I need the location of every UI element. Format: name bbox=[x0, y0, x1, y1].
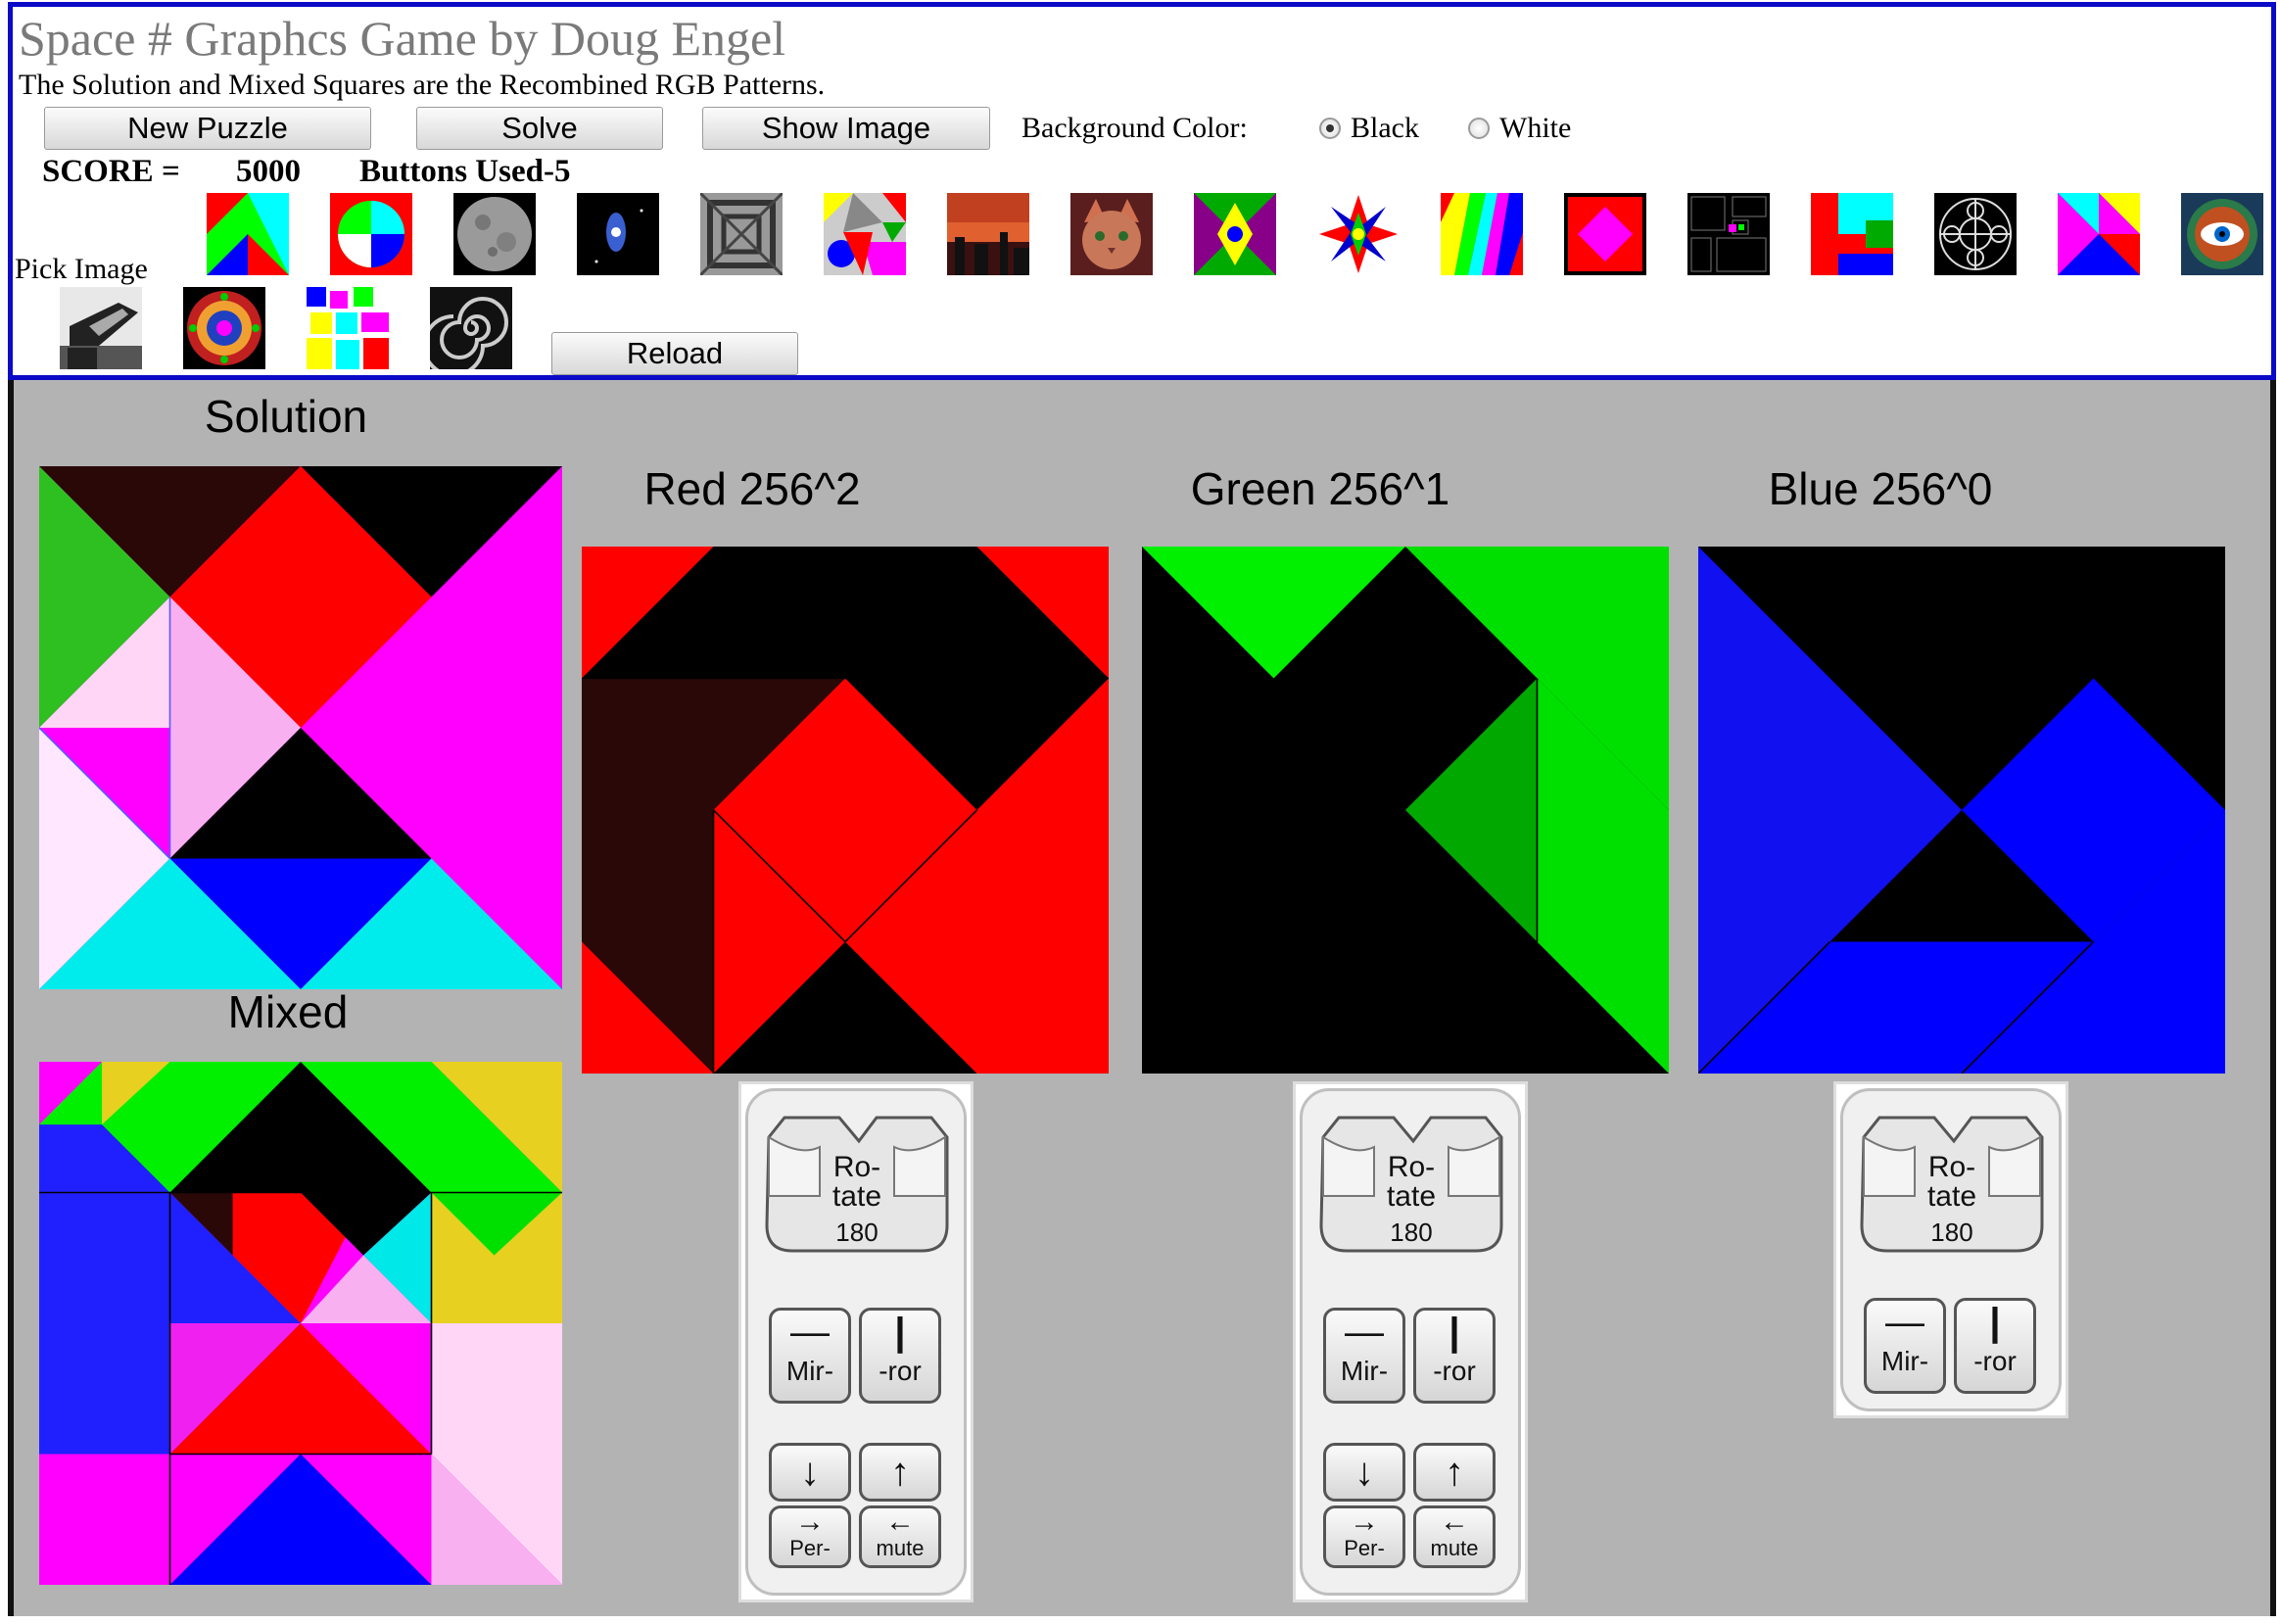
red-mirror-vertical-button[interactable]: | -ror bbox=[859, 1308, 941, 1404]
blue-mirror-horizontal-button[interactable]: — Mir- bbox=[1864, 1298, 1946, 1394]
mirror-right-label: -ror bbox=[1973, 1346, 2017, 1376]
color-blocks-thumbnail[interactable] bbox=[1811, 193, 1893, 275]
green-channel-title: Green 256^1 bbox=[1190, 463, 1450, 514]
mirror-left-label: Mir- bbox=[1880, 1346, 1929, 1376]
solution-title: Solution bbox=[204, 391, 368, 442]
background-white-radio[interactable] bbox=[1468, 118, 1490, 139]
arrow-right-icon: → bbox=[795, 1505, 825, 1538]
green-permute-right-button[interactable]: → Per- bbox=[1323, 1505, 1405, 1568]
green-channel-square bbox=[1142, 547, 1669, 1074]
mirror-horizontal-icon: — bbox=[1885, 1301, 1924, 1344]
reload-button[interactable]: Reload bbox=[551, 332, 798, 375]
mirror-vertical-icon: | bbox=[1449, 1311, 1460, 1354]
mirror-vertical-icon: | bbox=[1989, 1301, 2001, 1344]
red-permute-right-button[interactable]: → Per- bbox=[769, 1505, 851, 1568]
rotate-degrees-label: 180 bbox=[835, 1218, 879, 1247]
rotate-label-line1: Ro- bbox=[1387, 1151, 1436, 1183]
red-permute-up-button[interactable]: ↑ bbox=[859, 1443, 941, 1502]
solution-square bbox=[39, 466, 562, 989]
buttons-used-counter: Buttons Used-5 bbox=[359, 154, 571, 189]
page-subtitle: The Solution and Mixed Squares are the R… bbox=[19, 69, 826, 101]
red-channel-square bbox=[582, 547, 1109, 1074]
header-panel: Space # Graphcs Game by Doug Engel The S… bbox=[8, 2, 2276, 380]
green-mirror-vertical-button[interactable]: | -ror bbox=[1413, 1308, 1496, 1404]
mirror-horizontal-icon: — bbox=[1345, 1311, 1384, 1354]
cat-thumbnail[interactable] bbox=[1070, 193, 1153, 275]
green-control-pad: Ro- tate 180 — Mir- | -ror ↓ ↑ → Per- ← … bbox=[1293, 1081, 1528, 1602]
background-white-label: White bbox=[1499, 112, 1572, 144]
rotate-label-line2: tate bbox=[1386, 1180, 1437, 1213]
rotate-label-line2: tate bbox=[1926, 1180, 1977, 1213]
rotate-degrees-label: 180 bbox=[1930, 1218, 1973, 1247]
pastel-squares-thumbnail[interactable] bbox=[307, 287, 389, 369]
mixed-square bbox=[39, 1062, 562, 1585]
solve-button[interactable]: Solve bbox=[416, 107, 663, 150]
rainbow-stripes-thumbnail[interactable] bbox=[1441, 193, 1523, 275]
score-value: 5000 bbox=[236, 154, 301, 189]
game-area: Solution Mixed Red 256^2 Green 256^1 Blu… bbox=[8, 380, 2276, 1616]
black-tiles-thumbnail[interactable] bbox=[1687, 193, 1770, 275]
permute-left-label: Per- bbox=[789, 1536, 831, 1560]
background-black-label: Black bbox=[1351, 112, 1419, 144]
mirror-right-label: -ror bbox=[879, 1356, 922, 1386]
blue-channel-title: Blue 256^0 bbox=[1768, 463, 1993, 514]
tangram-thumbnail[interactable] bbox=[207, 193, 289, 275]
rotate-degrees-label: 180 bbox=[1390, 1218, 1433, 1247]
red-control-pad: Ro- tate 180 — Mir- | -ror ↓ ↑ → Per- ← … bbox=[738, 1081, 974, 1602]
kaleidoscope-thumbnail[interactable] bbox=[1194, 193, 1276, 275]
green-rotate-180-button[interactable]: Ro- tate 180 bbox=[1315, 1108, 1507, 1261]
red-mirror-horizontal-button[interactable]: — Mir- bbox=[769, 1308, 851, 1404]
circle-ornament-thumbnail[interactable] bbox=[1934, 193, 2017, 275]
show-image-button[interactable]: Show Image bbox=[702, 107, 990, 150]
moon-thumbnail[interactable] bbox=[453, 193, 536, 275]
circle-tangram-thumbnail[interactable] bbox=[330, 193, 412, 275]
mirror-horizontal-icon: — bbox=[790, 1311, 830, 1354]
galaxy-thumbnail[interactable] bbox=[577, 193, 659, 275]
green-permute-left-button[interactable]: ← mute bbox=[1413, 1505, 1496, 1568]
pick-image-label: Pick Image bbox=[15, 253, 148, 285]
red-channel-title: Red 256^2 bbox=[643, 463, 861, 514]
mirror-left-label: Mir- bbox=[785, 1356, 834, 1386]
red-permute-down-button[interactable]: ↓ bbox=[769, 1443, 851, 1502]
mirror-vertical-icon: | bbox=[894, 1311, 906, 1354]
page-title: Space # Graphcs Game by Doug Engel bbox=[19, 11, 786, 66]
score-label: SCORE = bbox=[42, 154, 180, 189]
background-color-label: Background Color: bbox=[1021, 112, 1248, 144]
permute-right-label: mute bbox=[1430, 1536, 1479, 1560]
rose-window-thumbnail[interactable] bbox=[183, 287, 265, 369]
arrow-left-icon: ← bbox=[885, 1505, 915, 1538]
permute-right-label: mute bbox=[876, 1536, 925, 1560]
arrow-left-icon: ← bbox=[1440, 1505, 1469, 1538]
green-mirror-horizontal-button[interactable]: — Mir- bbox=[1323, 1308, 1405, 1404]
permute-left-label: Per- bbox=[1344, 1536, 1385, 1560]
red-diamond-thumbnail[interactable] bbox=[1564, 193, 1646, 275]
blue-rotate-180-button[interactable]: Ro- tate 180 bbox=[1856, 1108, 2048, 1261]
colored-mosaic-thumbnail[interactable] bbox=[824, 193, 906, 275]
red-permute-left-button[interactable]: ← mute bbox=[859, 1505, 941, 1568]
rotate-label-line1: Ro- bbox=[1927, 1151, 1976, 1183]
red-rotate-180-button[interactable]: Ro- tate 180 bbox=[761, 1108, 953, 1261]
new-puzzle-button[interactable]: New Puzzle bbox=[44, 107, 371, 150]
spiral-thumbnail[interactable] bbox=[430, 287, 512, 369]
mirror-right-label: -ror bbox=[1433, 1356, 1476, 1386]
rotate-label-line2: tate bbox=[831, 1180, 882, 1213]
moire-pattern-thumbnail[interactable] bbox=[700, 193, 783, 275]
penguin-statue-thumbnail[interactable] bbox=[60, 287, 142, 369]
mirror-left-label: Mir- bbox=[1340, 1356, 1389, 1386]
green-permute-down-button[interactable]: ↓ bbox=[1323, 1443, 1405, 1502]
sunset-city-thumbnail[interactable] bbox=[947, 193, 1029, 275]
triangle-tangram-thumbnail[interactable] bbox=[2058, 193, 2140, 275]
mixed-title: Mixed bbox=[227, 986, 349, 1037]
blue-control-pad: Ro- tate 180 — Mir- | -ror bbox=[1833, 1081, 2068, 1418]
green-permute-up-button[interactable]: ↑ bbox=[1413, 1443, 1496, 1502]
blue-channel-square bbox=[1698, 547, 2225, 1074]
blue-mirror-vertical-button[interactable]: | -ror bbox=[1954, 1298, 2036, 1394]
arrow-right-icon: → bbox=[1350, 1505, 1379, 1538]
star-burst-thumbnail[interactable] bbox=[1317, 193, 1400, 275]
background-black-radio[interactable] bbox=[1319, 118, 1341, 139]
eye-mandala-thumbnail[interactable] bbox=[2181, 193, 2263, 275]
rotate-label-line1: Ro- bbox=[832, 1151, 881, 1183]
